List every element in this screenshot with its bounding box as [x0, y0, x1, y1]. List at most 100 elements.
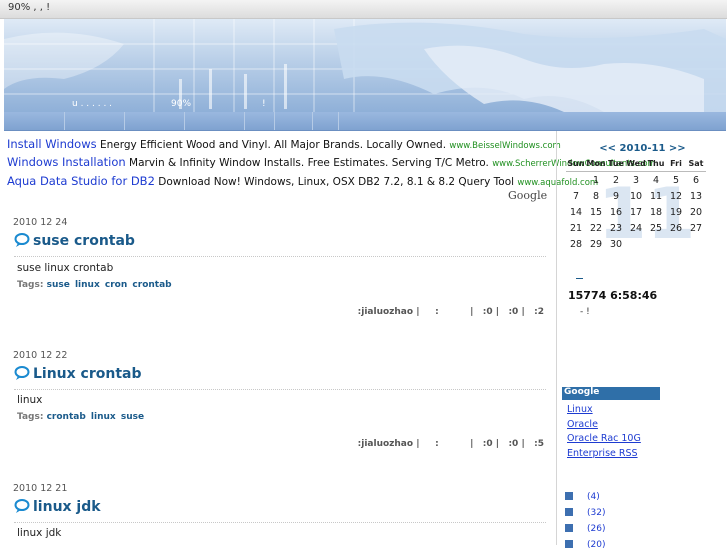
- calendar-day: [626, 236, 646, 252]
- tag-link[interactable]: crontab: [47, 412, 86, 422]
- calendar-day[interactable]: 19: [666, 204, 686, 220]
- nav-item[interactable]: [184, 112, 245, 130]
- category-count[interactable]: (26): [587, 524, 605, 534]
- post-title-text[interactable]: Linux crontab: [33, 366, 142, 382]
- calendar-day[interactable]: 23: [606, 220, 626, 236]
- weekday-label: Fri: [666, 155, 686, 172]
- nav-item[interactable]: [4, 112, 65, 130]
- calendar-day[interactable]: 12: [666, 188, 686, 204]
- sidebar-link[interactable]: Enterprise RSS: [567, 448, 638, 459]
- ad-link[interactable]: Aqua Data Studio for DB2: [7, 174, 155, 188]
- ad-description: Energy Efficient Wood and Vinyl. All Maj…: [96, 139, 450, 151]
- nav-item[interactable]: [274, 112, 313, 130]
- post-title[interactable]: suse crontab: [14, 233, 135, 249]
- ad-link[interactable]: Windows Installation: [7, 155, 126, 169]
- category-item[interactable]: (26): [565, 524, 605, 534]
- tags-label: Tags:: [17, 280, 44, 290]
- tag-link[interactable]: crontab: [132, 280, 171, 290]
- calendar-day[interactable]: 28: [566, 236, 586, 252]
- post-title[interactable]: Linux crontab: [14, 366, 142, 382]
- calendar-day[interactable]: 27: [686, 220, 706, 236]
- ad-item: Aqua Data Studio for DB2 Download Now! W…: [7, 174, 598, 188]
- nav-item[interactable]: [64, 112, 125, 130]
- calendar-day[interactable]: 18: [646, 204, 666, 220]
- calendar-day: [646, 236, 666, 252]
- calendar-day[interactable]: 30: [606, 236, 626, 252]
- weekday-label: Sun: [566, 155, 586, 172]
- calendar-weekdays: Sun Mon Tue Wed Thu Fri Sat: [566, 155, 706, 172]
- sidebar-link[interactable]: Oracle: [567, 419, 598, 430]
- calendar-day[interactable]: 2: [606, 172, 626, 189]
- category-item[interactable]: (4): [565, 492, 600, 502]
- comment-bubble-icon: [14, 499, 30, 513]
- category-count[interactable]: (4): [587, 492, 600, 502]
- calendar-day[interactable]: 1: [586, 172, 606, 189]
- calendar-day[interactable]: 25: [646, 220, 666, 236]
- header-banner: u . . . . . . 90% !: [4, 19, 726, 112]
- tag-link[interactable]: suse: [47, 280, 70, 290]
- post-tags: Tags: suse linux cron crontab: [17, 280, 174, 290]
- ad-url[interactable]: www.BeisselWindows.com: [449, 141, 560, 151]
- post-body: suse linux crontab: [17, 262, 114, 274]
- tags-label: Tags:: [17, 412, 44, 422]
- calendar-day[interactable]: 22: [586, 220, 606, 236]
- calendar-day: [686, 236, 706, 252]
- stats-note: - !: [580, 307, 590, 317]
- ad-link[interactable]: Install Windows: [7, 137, 97, 151]
- calendar-week: 21 22 23 24 25 26 27: [566, 220, 706, 236]
- rss-icon[interactable]: [565, 524, 573, 532]
- calendar-header[interactable]: << 2010-11 >>: [558, 143, 727, 154]
- post-body: linux: [17, 394, 43, 406]
- calendar-week: 14 15 16 17 18 19 20: [566, 204, 706, 220]
- stats-divider: [576, 278, 583, 279]
- nav-item[interactable]: [244, 112, 275, 130]
- tag-link[interactable]: linux: [91, 412, 116, 422]
- links-section-title[interactable]: Google: [562, 387, 660, 400]
- calendar-day[interactable]: 17: [626, 204, 646, 220]
- calendar-day[interactable]: 3: [626, 172, 646, 189]
- category-item[interactable]: (20): [565, 540, 605, 550]
- calendar-day[interactable]: 15: [586, 204, 606, 220]
- calendar-day[interactable]: 21: [566, 220, 586, 236]
- calendar-day[interactable]: 14: [566, 204, 586, 220]
- calendar-day[interactable]: 6: [686, 172, 706, 189]
- calendar-day[interactable]: 10: [626, 188, 646, 204]
- calendar-day[interactable]: 24: [626, 220, 646, 236]
- category-count[interactable]: (32): [587, 508, 605, 518]
- calendar-day[interactable]: 13: [686, 188, 706, 204]
- column-divider: [556, 131, 557, 545]
- calendar-day[interactable]: 9: [606, 188, 626, 204]
- category-count[interactable]: (20): [587, 540, 605, 550]
- rss-icon[interactable]: [565, 508, 573, 516]
- post-title-text[interactable]: suse crontab: [33, 233, 135, 249]
- calendar-day[interactable]: 29: [586, 236, 606, 252]
- weekday-label: Tue: [606, 155, 626, 172]
- calendar-day[interactable]: 7: [566, 188, 586, 204]
- calendar-day[interactable]: 8: [586, 188, 606, 204]
- comment-bubble-icon: [14, 366, 30, 380]
- visit-counter: 15774 6:58:46: [568, 289, 658, 302]
- calendar-day[interactable]: 20: [686, 204, 706, 220]
- calendar-day[interactable]: 26: [666, 220, 686, 236]
- post-title-text[interactable]: linux jdk: [33, 499, 101, 515]
- calendar-day[interactable]: 5: [666, 172, 686, 189]
- calendar-day[interactable]: 11: [646, 188, 666, 204]
- sidebar-link[interactable]: Oracle Rac 10G: [567, 433, 641, 444]
- tag-link[interactable]: cron: [105, 280, 127, 290]
- post-divider: [14, 522, 546, 523]
- rss-icon[interactable]: [565, 540, 573, 548]
- weekday-label: Wed: [626, 155, 646, 172]
- banner-caption-exclaim: !: [262, 99, 266, 109]
- rss-icon[interactable]: [565, 492, 573, 500]
- calendar-day[interactable]: 4: [646, 172, 666, 189]
- google-ads-logo[interactable]: Google: [508, 189, 547, 202]
- nav-item[interactable]: [124, 112, 185, 130]
- calendar-day[interactable]: 16: [606, 204, 626, 220]
- tag-link[interactable]: linux: [75, 280, 100, 290]
- tag-link[interactable]: suse: [121, 412, 144, 422]
- sidebar-link[interactable]: Linux: [567, 404, 593, 415]
- category-item[interactable]: (32): [565, 508, 605, 518]
- top-bar: 90% , , !: [0, 0, 727, 19]
- nav-item[interactable]: [312, 112, 339, 130]
- post-title[interactable]: linux jdk: [14, 499, 101, 515]
